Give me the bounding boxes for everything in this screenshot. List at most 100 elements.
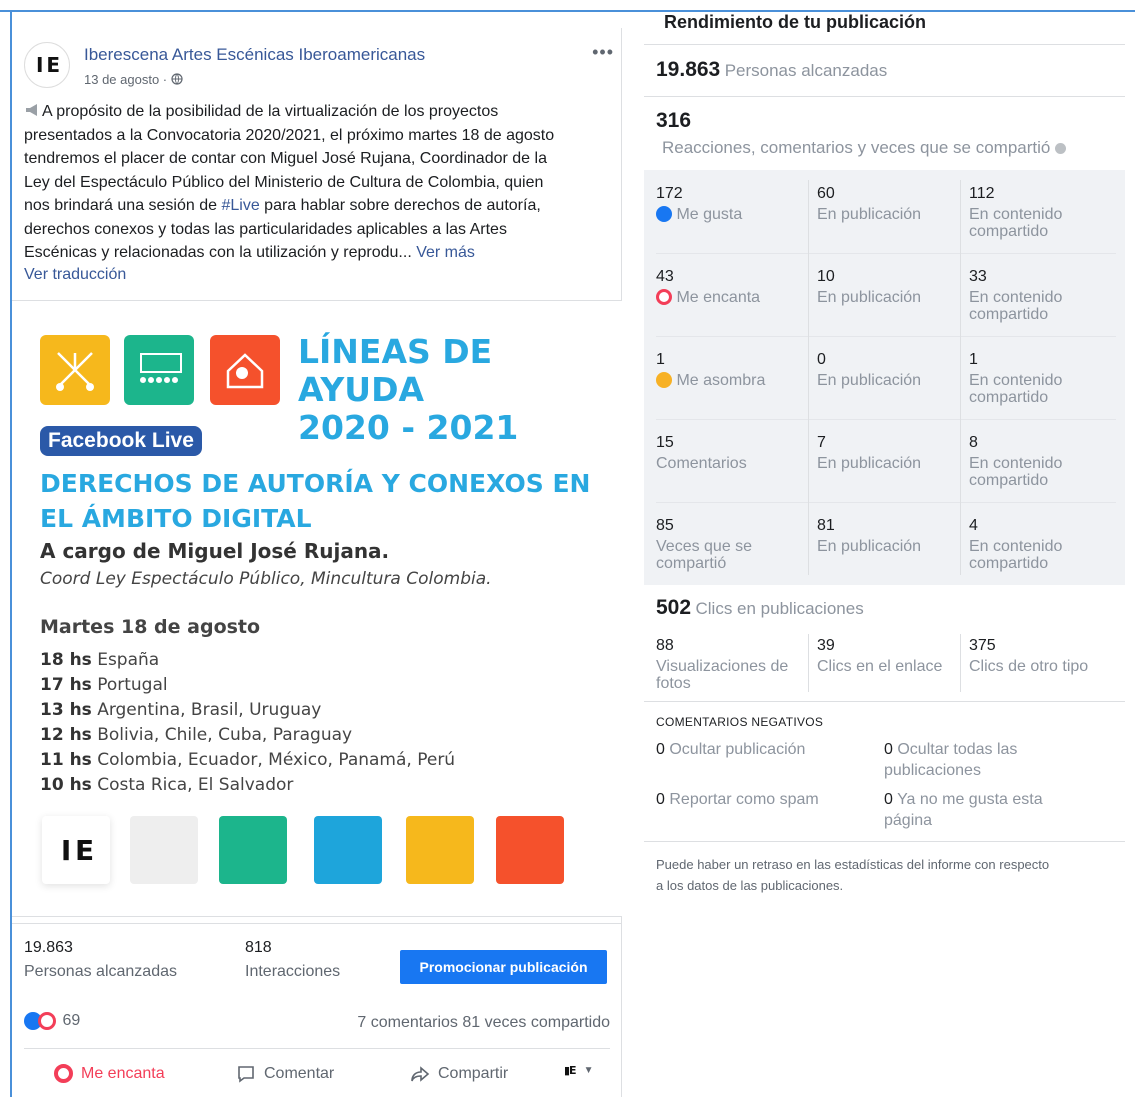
reactions-summary: 69 7 comentarios 81 veces compartido	[24, 1012, 610, 1036]
reactions-count[interactable]: 69	[62, 1012, 80, 1029]
page-name-link[interactable]: Iberescena Artes Escénicas Iberoamerican…	[84, 45, 425, 65]
divider	[656, 253, 1116, 254]
hide-post-stat: 0 Ocultar publicación	[656, 741, 806, 758]
schedule-line: 18 hs España	[40, 650, 160, 670]
globe-icon	[171, 73, 183, 85]
love-icon	[656, 289, 672, 305]
divider	[656, 502, 1116, 503]
comments-total: 15 Comentarios	[656, 434, 747, 472]
wows-on-post: 0 En publicación	[817, 351, 922, 389]
other-clicks: 375 Clics de otro tipo	[969, 637, 1089, 675]
comments-shares-count[interactable]: 7 comentarios 81 veces compartido	[357, 1014, 610, 1032]
wow-icon	[656, 372, 672, 388]
likes-total: 172 Me gusta	[656, 185, 743, 223]
schedule-line: 11 hs Colombia, Ecuador, México, Panamá,…	[40, 750, 456, 770]
column-divider	[808, 180, 809, 575]
hide-all-stat: 0 Ocultar todas las publicaciones	[884, 741, 1018, 779]
facebook-live-badge: Facebook Live	[40, 426, 202, 456]
like-icon	[656, 206, 672, 222]
post-image[interactable]: LÍNEAS DE AYUDA 2020 - 2021 Facebook Liv…	[12, 301, 622, 916]
reach-label: Personas alcanzadas	[24, 963, 177, 980]
yellow-swatch	[406, 816, 474, 884]
divider	[656, 336, 1116, 337]
reach-label: Personas alcanzadas	[724, 61, 888, 80]
megaphone-icon	[26, 104, 37, 116]
reach-value: 19.863	[656, 58, 721, 81]
report-spam-stat: 0 Reportar como spam	[656, 791, 819, 808]
iberescena-logo: I E	[35, 53, 60, 77]
poster-role: Coord Ley Espectáculo Público, Mincultur…	[40, 569, 492, 589]
panel-title: Rendimiento de tu publicación	[664, 12, 927, 32]
iberescena-logo: I E	[60, 833, 94, 867]
tile-green	[124, 335, 194, 405]
clicks-value: 502	[656, 596, 692, 619]
blue-swatch	[314, 816, 382, 884]
interactions-stat: 818 Interacciones	[245, 939, 340, 981]
post-date[interactable]: 13 de agosto ·	[84, 72, 183, 87]
photo-views: 88 Visualizaciones de fotos	[656, 637, 789, 692]
post-performance-panel: Rendimiento de tu publicación 19.863 Per…	[644, 12, 1125, 1097]
engagement-label: Reacciones, comentarios y veces que se c…	[662, 138, 1067, 158]
stats-delay-note: Puede haber un retraso en las estadístic…	[656, 857, 1050, 893]
reach-stat: 19.863 Personas alcanzadas	[24, 939, 177, 981]
screenshot-frame: I E Iberescena Artes Escénicas Iberoamer…	[0, 0, 1135, 1097]
post-as-selector[interactable]: ▮E ▼	[564, 1064, 593, 1077]
comments-on-post: 7 En publicación	[817, 434, 922, 472]
column-divider	[808, 634, 809, 692]
love-action-button[interactable]: Me encanta	[54, 1064, 165, 1083]
clicks-summary: 502 Clics en publicaciones	[656, 596, 864, 620]
shares-total: 85 Veces que se compartió	[656, 517, 753, 572]
comments-on-shares: 8 En contenido compartido	[969, 434, 1063, 489]
green-swatch	[219, 816, 287, 884]
link-clicks: 39 Clics en el enlace	[817, 637, 943, 675]
schedule-line: 13 hs Argentina, Brasil, Uruguay	[40, 700, 322, 720]
divider	[24, 1048, 610, 1049]
hashtag-link[interactable]: #Live	[221, 197, 259, 214]
divider	[12, 916, 622, 917]
caret-down-icon: ▼	[583, 1065, 594, 1076]
poster-subtitle: DERECHOS DE AUTORÍA Y CONEXOS EN EL ÁMBI…	[40, 469, 591, 533]
schedule-line: 10 hs Costa Rica, El Salvador	[40, 775, 294, 795]
divider	[644, 701, 1125, 702]
house-icon	[226, 353, 264, 389]
post-card: I E Iberescena Artes Escénicas Iberoamer…	[12, 28, 622, 1097]
engagement-value: 316	[656, 109, 692, 132]
divider	[644, 44, 1125, 45]
post-date-text: 13 de agosto ·	[84, 72, 171, 87]
wows-total: 1 Me asombra	[656, 351, 766, 389]
share-action-button[interactable]: Compartir	[410, 1064, 508, 1084]
tile-yellow	[40, 335, 110, 405]
promote-post-button[interactable]: Promocionar publicación	[400, 950, 607, 984]
love-reaction-icon[interactable]	[38, 1012, 56, 1030]
crossed-tools-icon	[56, 352, 94, 391]
share-icon	[411, 1066, 430, 1082]
schedule-line: 17 hs Portugal	[40, 675, 168, 695]
see-more-link[interactable]: Ver más	[416, 244, 475, 261]
divider	[644, 841, 1125, 842]
shares-on-shares: 4 En contenido compartido	[969, 517, 1063, 572]
poster-title: LÍNEAS DE AYUDA 2020 - 2021	[298, 332, 519, 447]
comment-action-button[interactable]: Comentar	[236, 1064, 334, 1084]
theater-seats-icon	[140, 353, 182, 383]
post-text: A propósito de la posibilidad de la virt…	[24, 103, 555, 261]
gray-swatch	[130, 816, 198, 884]
loves-total: 43 Me encanta	[656, 268, 761, 306]
poster-date: Martes 18 de agosto	[40, 616, 261, 638]
loves-on-post: 10 En publicación	[817, 268, 922, 306]
column-divider	[960, 180, 961, 575]
reach-summary: 19.863 Personas alcanzadas	[656, 58, 887, 82]
see-translation-link[interactable]: Ver traducción	[24, 266, 126, 284]
divider	[644, 96, 1125, 97]
divider	[12, 923, 622, 924]
wows-on-shares: 1 En contenido compartido	[969, 351, 1063, 406]
divider	[656, 419, 1116, 420]
loves-on-shares: 33 En contenido compartido	[969, 268, 1063, 323]
poster-schedule: 18 hs España 17 hs Portugal 13 hs Argent…	[40, 648, 455, 798]
poster-speaker: A cargo de Miguel José Rujana.	[40, 539, 390, 563]
likes-on-post: 60 En publicación	[817, 185, 922, 223]
interactions-value: 818	[245, 939, 272, 956]
info-icon[interactable]	[1055, 143, 1067, 155]
likes-on-shares: 112 En contenido compartido	[969, 185, 1063, 240]
more-options-icon[interactable]: •••	[592, 42, 614, 63]
page-avatar[interactable]: I E	[24, 42, 70, 88]
